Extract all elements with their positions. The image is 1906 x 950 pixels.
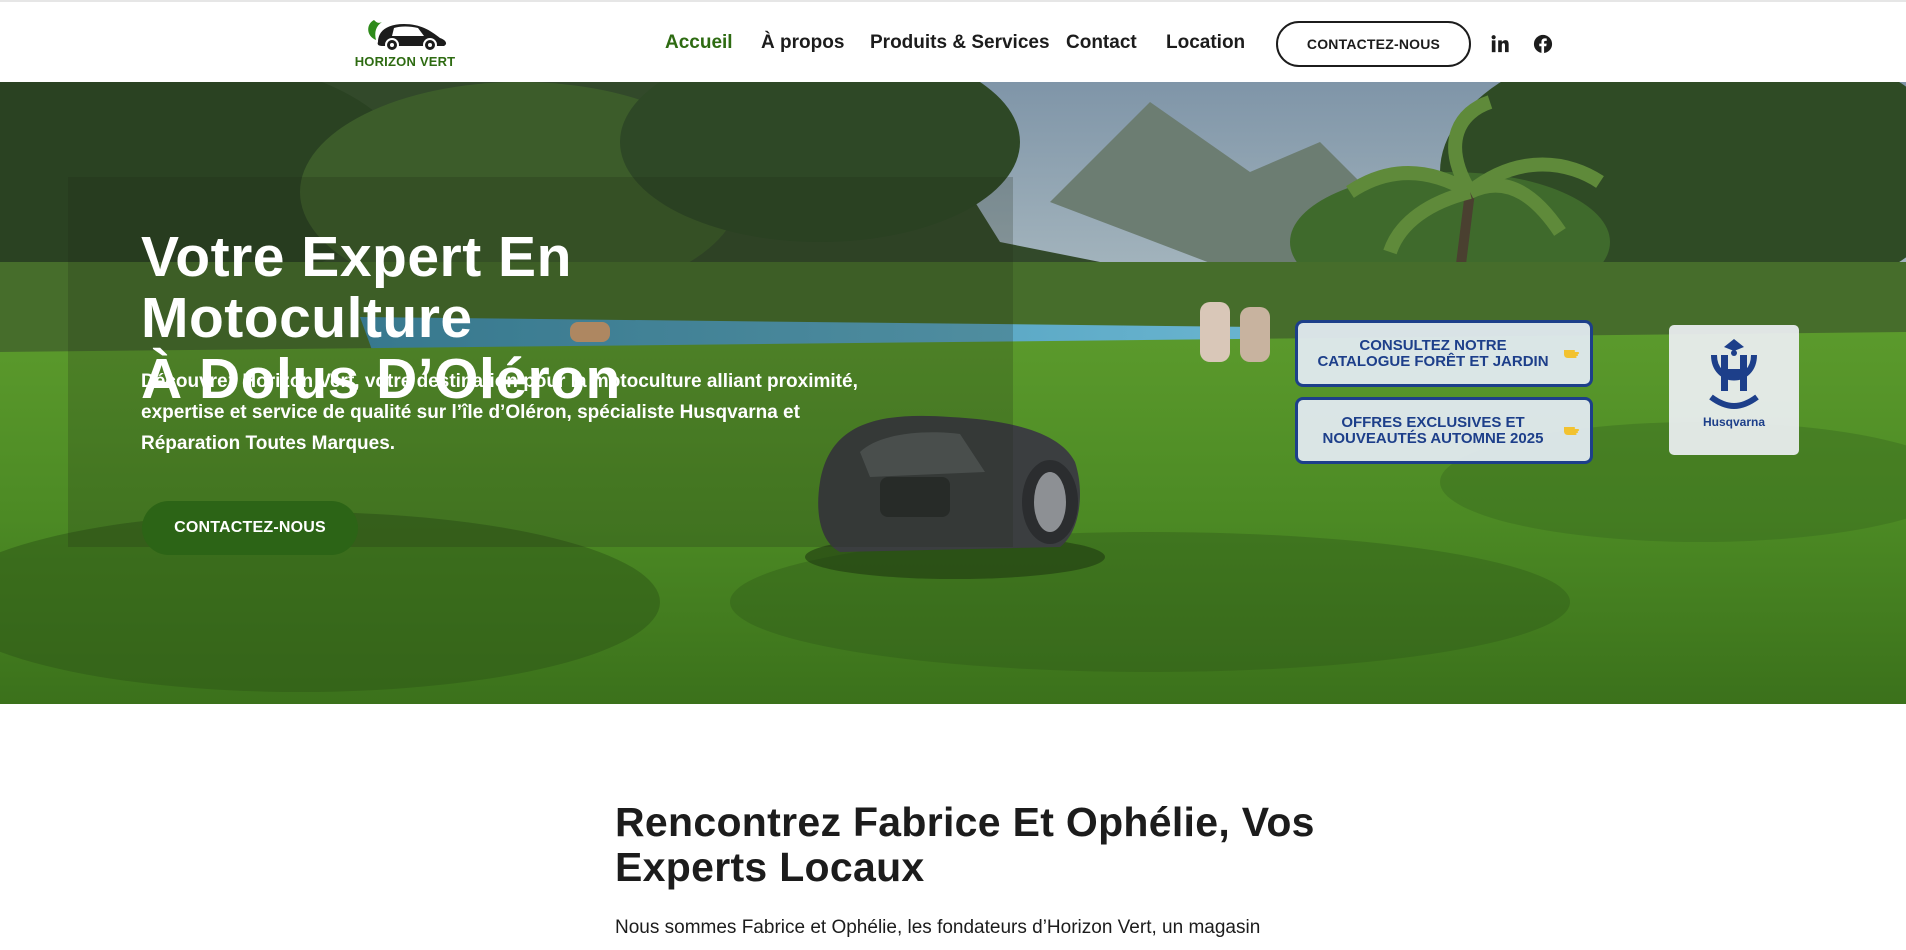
autumn-offers-promo-label: OFFRES EXCLUSIVES ET NOUVEAUTÉS AUTOMNE … (1322, 414, 1544, 447)
page: HORIZON VERT Accueil À propos Produits &… (0, 0, 1906, 950)
hero-section: Votre Expert En Motoculture À Dolus D’Ol… (0, 82, 1906, 704)
husqvarna-label: Husqvarna (1702, 415, 1766, 429)
hero-description: Découvrez Horizon Vert, votre destinatio… (141, 371, 858, 454)
about-title-line1: Rencontrez Fabrice Et Ophélie, Vos (615, 799, 1315, 845)
about-title: Rencontrez Fabrice Et Ophélie, Vos Exper… (615, 800, 1315, 890)
hero-title-line1: Votre Expert En Motoculture (141, 225, 572, 350)
site-header: HORIZON VERT Accueil À propos Produits &… (0, 0, 1906, 82)
nav-produits-services[interactable]: Produits & Services (870, 32, 1050, 54)
pointing-hand-icon (1564, 350, 1580, 358)
catalogue-promo-label: CONSULTEZ NOTRE CATALOGUE FORÊT ET JARDI… (1317, 337, 1549, 370)
autumn-offers-promo-button[interactable]: OFFRES EXCLUSIVES ET NOUVEAUTÉS AUTOMNE … (1295, 397, 1593, 464)
logo[interactable]: HORIZON VERT (350, 16, 460, 70)
catalogue-promo-button[interactable]: CONSULTEZ NOTRE CATALOGUE FORÊT ET JARDI… (1295, 320, 1593, 387)
linkedin-icon[interactable] (1489, 33, 1511, 55)
hero-contact-button[interactable]: CONTACTEZ-NOUS (142, 501, 358, 555)
nav-location[interactable]: Location (1166, 32, 1245, 54)
logo-mark-icon (368, 20, 447, 52)
husqvarna-badge[interactable]: Husqvarna (1669, 325, 1799, 455)
pointing-hand-icon (1564, 427, 1580, 435)
about-text: Nous sommes Fabrice et Ophélie, les fond… (615, 917, 1261, 938)
nav-contact[interactable]: Contact (1066, 32, 1137, 54)
nav-accueil[interactable]: Accueil (665, 32, 733, 54)
about-title-line2: Experts Locaux (615, 844, 925, 890)
header-contact-button[interactable]: CONTACTEZ-NOUS (1276, 21, 1471, 67)
facebook-icon[interactable] (1532, 33, 1554, 55)
husqvarna-logo-icon (1709, 339, 1759, 409)
logo-text: HORIZON VERT (354, 54, 456, 69)
nav-a-propos[interactable]: À propos (761, 32, 844, 54)
